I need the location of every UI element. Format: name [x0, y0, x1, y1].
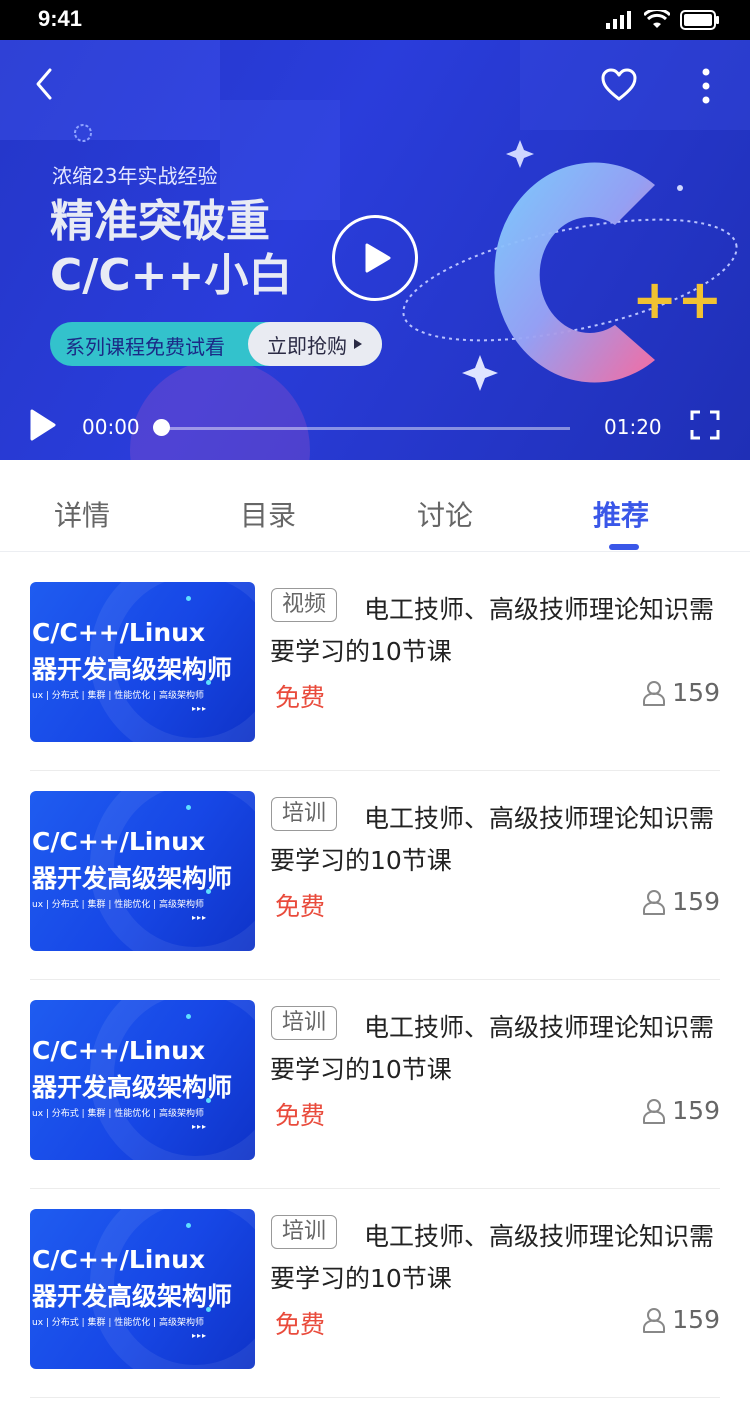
thumbnail-dots: ▸▸▸ [192, 913, 208, 922]
video-banner[interactable]: 浓缩23年实战经验 精准突破重 C/C++小白 系列课程免费试看 立即抢购 ++ [0, 40, 750, 460]
course-thumbnail: C/C++/Linux 器开发高级架构师 ux | 分布式 | 集群 | 性能优… [30, 582, 255, 742]
thumbnail-text: 器开发高级架构师 [32, 1073, 233, 1102]
learner-count-value: 159 [672, 678, 720, 707]
sparkle-icon [74, 124, 92, 142]
status-icons [606, 10, 720, 30]
thumbnail-text: 器开发高级架构师 [32, 864, 233, 893]
course-price: 免费 [275, 1101, 326, 1130]
banner-subtitle: 浓缩23年实战经验 [52, 164, 218, 188]
banner-title-line2: C/C++小白 [50, 250, 293, 301]
thumbnail-text: 器开发高级架构师 [32, 655, 233, 684]
more-icon[interactable] [700, 68, 712, 104]
promo-pill: 系列课程免费试看 立即抢购 [50, 322, 382, 366]
cpp-logo-icon: ++ [402, 140, 738, 391]
thumbnail-text: ux | 分布式 | 集群 | 性能优化 | 高级架构师 [32, 691, 205, 701]
signal-icon [606, 11, 631, 29]
course-list-item[interactable]: C/C++/Linux 器开发高级架构师 ux | 分布式 | 集群 | 性能优… [30, 1189, 720, 1398]
course-thumbnail: C/C++/Linux 器开发高级架构师 ux | 分布式 | 集群 | 性能优… [30, 1209, 255, 1369]
course-list-item[interactable]: C/C++/Linux 器开发高级架构师 ux | 分布式 | 集群 | 性能优… [30, 562, 720, 771]
active-tab-indicator [609, 544, 639, 550]
thumbnail-text: C/C++/Linux [32, 1245, 206, 1274]
user-icon [643, 889, 666, 915]
thumbnail-text: C/C++/Linux [32, 827, 206, 856]
total-time: 01:20 [604, 415, 662, 439]
learner-count-value: 159 [672, 887, 720, 916]
buy-now-label: 立即抢购 [267, 333, 347, 358]
status-bar: 9:41 [0, 0, 750, 40]
course-price: 免费 [275, 1310, 326, 1339]
progress-knob[interactable] [153, 419, 170, 436]
thumbnail-text: ux | 分布式 | 集群 | 性能优化 | 高级架构师 [32, 900, 205, 910]
learner-count-value: 159 [672, 1096, 720, 1125]
progress-bar[interactable] [162, 427, 570, 430]
wifi-icon [644, 10, 670, 28]
thumbnail-dots: ▸▸▸ [192, 1122, 208, 1131]
course-list-item[interactable]: C/C++/Linux 器开发高级架构师 ux | 分布式 | 集群 | 性能优… [30, 771, 720, 980]
player-controls: 00:00 01:20 [0, 386, 750, 442]
learner-count-value: 159 [672, 1305, 720, 1334]
course-price: 免费 [275, 683, 326, 712]
course-tag: 培训 [271, 1006, 338, 1040]
learner-count: 159 [642, 887, 720, 916]
tab-catalog[interactable]: 目录 [240, 494, 296, 534]
back-arrow-icon[interactable] [30, 66, 60, 102]
cpp-plus-text: ++ [632, 268, 723, 331]
tab-discussion[interactable]: 讨论 [417, 494, 473, 534]
current-time: 00:00 [82, 415, 140, 439]
course-tag: 视频 [271, 588, 338, 622]
course-price: 免费 [275, 892, 326, 921]
fullscreen-icon[interactable] [690, 410, 720, 440]
thumbnail-dots: ▸▸▸ [192, 704, 208, 713]
tab-recommend[interactable]: 推荐 [593, 494, 649, 534]
status-time: 9:41 [38, 6, 83, 31]
course-tag: 培训 [271, 797, 338, 831]
thumbnail-text: ux | 分布式 | 集群 | 性能优化 | 高级架构师 [32, 1109, 205, 1119]
course-tag: 培训 [271, 1215, 338, 1249]
play-pause-icon[interactable] [28, 408, 58, 442]
learner-count: 159 [642, 1305, 720, 1334]
battery-icon [680, 10, 719, 30]
course-title: 电工技师、高级技师理论知识需要学习的10节课 [270, 804, 715, 875]
free-trial-label: 系列课程免费试看 [65, 335, 225, 359]
learner-count: 159 [642, 678, 720, 707]
banner-title: 精准突破重 C/C++小白 [50, 195, 292, 303]
thumbnail-text: ux | 分布式 | 集群 | 性能优化 | 高级架构师 [32, 1318, 205, 1328]
user-icon [643, 1307, 666, 1333]
thumbnail-text: 器开发高级架构师 [32, 1282, 233, 1311]
tab-bar: 详情 目录 讨论 推荐 [0, 460, 750, 552]
course-thumbnail: C/C++/Linux 器开发高级架构师 ux | 分布式 | 集群 | 性能优… [30, 791, 255, 951]
thumbnail-text: C/C++/Linux [32, 1036, 206, 1065]
course-thumbnail: C/C++/Linux 器开发高级架构师 ux | 分布式 | 集群 | 性能优… [30, 1000, 255, 1160]
thumbnail-dots: ▸▸▸ [192, 1331, 208, 1340]
user-icon [643, 680, 666, 706]
course-title: 电工技师、高级技师理论知识需要学习的10节课 [270, 595, 715, 666]
banner-title-line1: 精准突破重 [50, 196, 270, 247]
learner-count: 159 [642, 1096, 720, 1125]
thumbnail-text: C/C++/Linux [32, 618, 206, 647]
course-list-item[interactable]: C/C++/Linux 器开发高级架构师 ux | 分布式 | 集群 | 性能优… [30, 980, 720, 1189]
user-icon [643, 1098, 666, 1124]
course-title: 电工技师、高级技师理论知识需要学习的10节课 [270, 1013, 715, 1084]
play-triangle-icon [354, 339, 362, 349]
buy-now-button[interactable]: 立即抢购 [248, 322, 382, 366]
heart-icon[interactable] [600, 68, 638, 102]
course-title: 电工技师、高级技师理论知识需要学习的10节课 [270, 1222, 715, 1293]
tab-details[interactable]: 详情 [54, 494, 110, 534]
